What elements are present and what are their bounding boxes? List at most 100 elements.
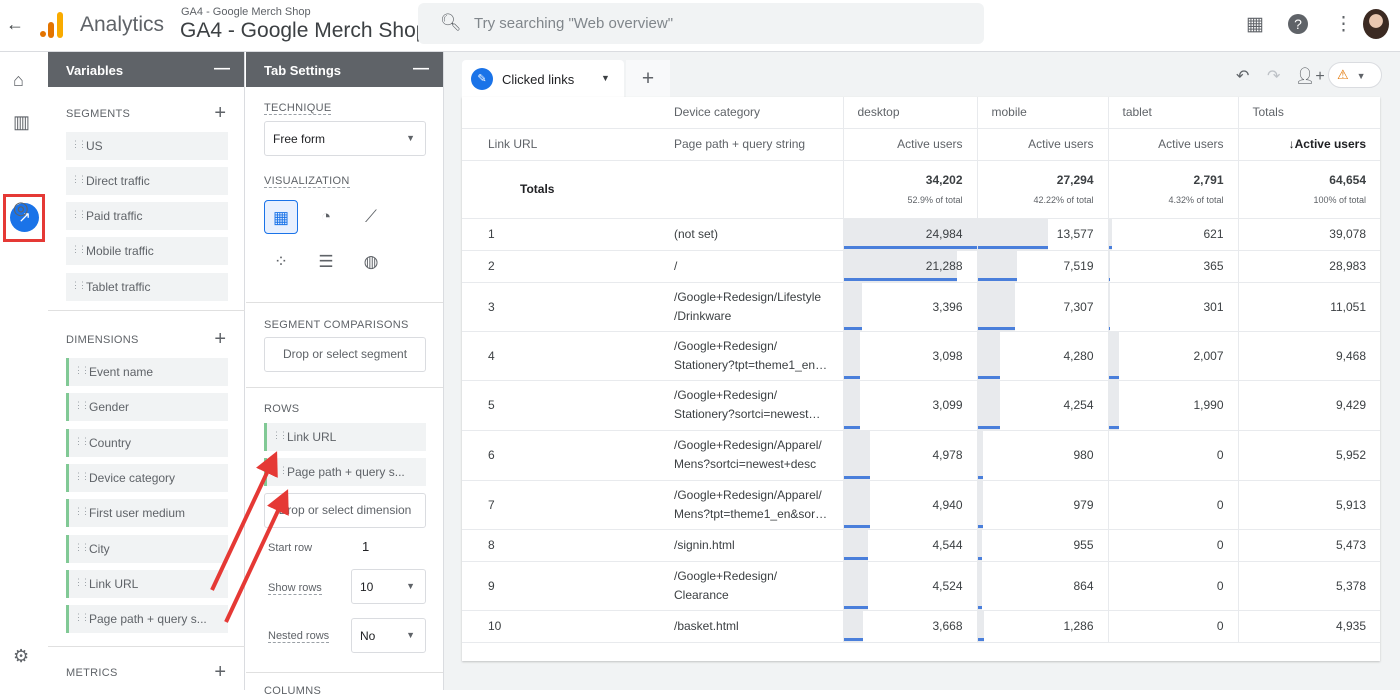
caret-down-icon: ▼: [406, 133, 415, 143]
column-tablet[interactable]: tablet: [1107, 97, 1238, 129]
metric-value: 0: [1216, 448, 1224, 462]
metric-value: 955: [1073, 538, 1094, 552]
metric-value: 2,007: [1193, 348, 1224, 363]
row-number: 4: [462, 331, 660, 381]
sorted-metric-header[interactable]: ↓Active users: [1237, 128, 1380, 161]
dimension-chip[interactable]: City: [66, 535, 228, 563]
warning-menu[interactable]: ⚠ ▼: [1328, 62, 1382, 88]
total-value: 64,654: [1329, 173, 1366, 187]
total-value: 2,791: [1193, 173, 1224, 187]
add-segment-icon[interactable]: +: [214, 102, 226, 125]
bar-viz-icon[interactable]: ☰: [309, 245, 343, 279]
metric-value: 979: [1073, 497, 1094, 512]
metric-value: 24,984: [925, 227, 963, 241]
back-arrow-icon[interactable]: ←: [6, 14, 24, 35]
scatter-viz-icon[interactable]: ⁘: [264, 245, 298, 279]
metric-cell: 3,396: [842, 282, 977, 332]
avatar[interactable]: [1363, 9, 1389, 39]
column-totals[interactable]: Totals: [1237, 97, 1380, 129]
dimension-chip[interactable]: Device category: [66, 464, 228, 492]
value-bar: [977, 380, 1000, 430]
start-row-input[interactable]: 1: [362, 539, 369, 554]
dimension-chip[interactable]: Gender: [66, 393, 228, 421]
table-viz-icon[interactable]: ▦: [264, 200, 298, 234]
property-selector[interactable]: GA4 - Google Merch Shop: [180, 19, 427, 43]
technique-select[interactable]: Free form ▼: [264, 121, 426, 156]
segment-chip[interactable]: Direct traffic: [66, 167, 228, 195]
table-row[interactable]: 8/signin.html 4,544 955 0 5,473: [462, 529, 1380, 562]
table-row[interactable]: 10/basket.html 3,668 1,286 0 4,935: [462, 610, 1380, 643]
add-dimension-icon[interactable]: +: [214, 328, 226, 351]
page-path-cell: /Google+Redesign/ Clearance: [660, 561, 843, 611]
help-icon[interactable]: ?: [1288, 14, 1308, 34]
geo-map-viz-icon[interactable]: ◍: [354, 245, 388, 279]
nested-rows-select[interactable]: No ▼: [351, 618, 426, 653]
collapse-icon[interactable]: —: [214, 60, 230, 78]
search-input[interactable]: 🔍︎ Try searching "Web overview": [418, 3, 984, 44]
dimension-chip[interactable]: Link URL: [66, 570, 228, 598]
apps-grid-icon[interactable]: ▦: [1246, 13, 1264, 36]
redo-icon[interactable]: ↷: [1267, 66, 1280, 86]
tab-settings-header: Tab Settings —: [246, 52, 443, 87]
settings-gear-icon[interactable]: ⚙: [13, 646, 29, 667]
tab-settings-panel: Tab Settings — TECHNIQUE Free form ▼ VISUA…: [246, 52, 444, 697]
value-bar: [843, 610, 864, 642]
reports-icon[interactable]: ▥: [13, 112, 30, 133]
more-vert-icon[interactable]: ⋮: [1334, 13, 1353, 36]
metric-cell: 0: [1107, 561, 1238, 611]
dimension-drop-zone[interactable]: Drop or select dimension: [264, 493, 426, 528]
segment-chip[interactable]: Mobile traffic: [66, 237, 228, 265]
dimension-chip[interactable]: Country: [66, 429, 228, 457]
tab-clicked-links[interactable]: ✎ Clicked links ▼: [462, 60, 624, 98]
column-desktop[interactable]: desktop: [842, 97, 977, 129]
show-rows-value: 10: [360, 580, 374, 594]
metric-value: 365: [1203, 259, 1224, 273]
segment-drop-zone[interactable]: Drop or select segment: [264, 337, 426, 372]
add-tab-button[interactable]: +: [626, 60, 670, 98]
row-chip[interactable]: Page path + query s...: [264, 458, 426, 486]
row-chip[interactable]: Link URL: [264, 423, 426, 451]
table-row[interactable]: 2/ 21,288 7,519 365 28,983: [462, 250, 1380, 283]
row-dimension-label: Link URL: [462, 128, 660, 161]
account-name[interactable]: GA4 - Google Merch Shop: [181, 6, 311, 18]
search-placeholder: Try searching "Web overview": [474, 15, 674, 32]
metric-header[interactable]: Active users: [842, 128, 977, 161]
undo-icon[interactable]: ↶: [1236, 66, 1249, 86]
share-add-user-icon[interactable]: 👤︎+: [1295, 66, 1325, 86]
column-mobile[interactable]: mobile: [976, 97, 1108, 129]
collapse-icon[interactable]: —: [413, 60, 429, 78]
analytics-logo-icon: [40, 12, 63, 38]
metric-value: 9,429: [1335, 398, 1366, 412]
segment-chip[interactable]: Paid traffic: [66, 202, 228, 230]
metric-header[interactable]: Active users: [1107, 128, 1238, 161]
metric-cell: 979: [976, 480, 1108, 530]
caret-down-icon[interactable]: ▼: [601, 73, 610, 83]
dimension-chip[interactable]: First user medium: [66, 499, 228, 527]
column-dimension-label: Page path + query string: [660, 128, 843, 161]
metric-cell: 3,668: [842, 610, 977, 643]
table-row[interactable]: 4/Google+Redesign/ Stationery?tpt=theme1…: [462, 331, 1380, 381]
show-rows-select[interactable]: 10 ▼: [351, 569, 426, 604]
metric-header[interactable]: Active users: [976, 128, 1108, 161]
table-row[interactable]: 7/Google+Redesign/Apparel/ Mens?tpt=them…: [462, 480, 1380, 530]
row-number: 6: [462, 430, 660, 481]
table-row[interactable]: 5/Google+Redesign/ Stationery?sortci=new…: [462, 380, 1380, 431]
segment-chip[interactable]: US: [66, 132, 228, 160]
table-row[interactable]: 1 (not set) 24,984 13,577 621 39,078: [462, 218, 1380, 251]
table-row[interactable]: 6/Google+Redesign/Apparel/ Mens?sortci=n…: [462, 430, 1380, 481]
line-viz-icon[interactable]: ⟋: [354, 200, 388, 234]
page-path-cell: /: [660, 250, 843, 283]
metric-value: 39,078: [1329, 227, 1366, 241]
table-row[interactable]: 9/Google+Redesign/ Clearance 4,524 864 0 5,3…: [462, 561, 1380, 611]
start-row-label: Start row: [268, 542, 313, 554]
add-metric-icon[interactable]: +: [214, 661, 226, 684]
edit-pencil-icon[interactable]: ✎: [471, 68, 493, 90]
donut-viz-icon[interactable]: ◔: [309, 200, 343, 234]
canvas-area: ✎ Clicked links ▼ + ↶ ↷ 👤︎+ ⚠ ▼ Device ca…: [444, 52, 1400, 690]
home-icon[interactable]: ⌂: [13, 70, 24, 91]
table-row[interactable]: 3/Google+Redesign/Lifestyle /Drinkware 3,…: [462, 282, 1380, 332]
advertising-icon[interactable]: ◎: [13, 198, 29, 219]
segment-chip[interactable]: Tablet traffic: [66, 273, 228, 301]
dimension-chip[interactable]: Page path + query s...: [66, 605, 228, 633]
dimension-chip[interactable]: Event name: [66, 358, 228, 386]
